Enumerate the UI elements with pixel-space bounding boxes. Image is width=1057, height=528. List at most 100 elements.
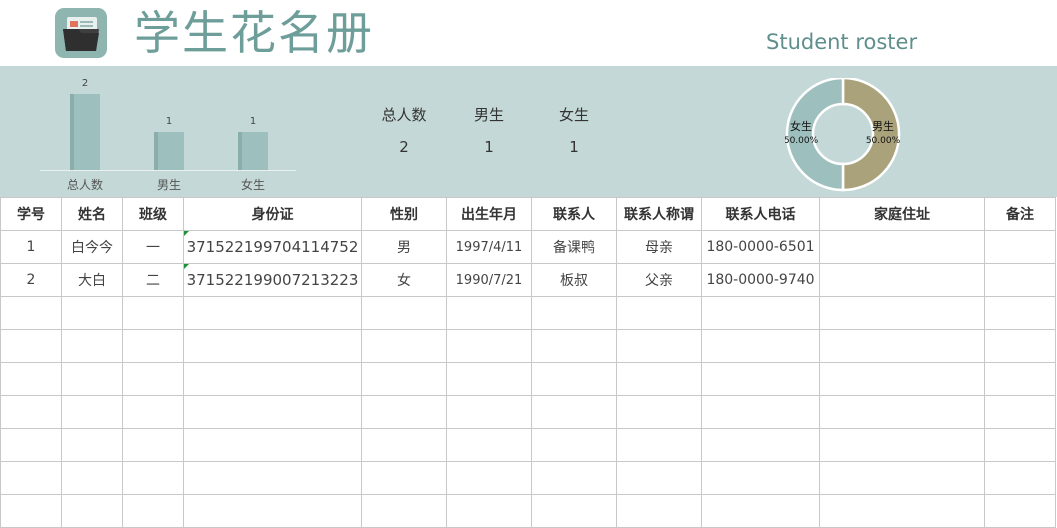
table-cell[interactable] <box>61 494 123 528</box>
table-cell[interactable] <box>616 296 702 330</box>
table-cell[interactable] <box>531 296 617 330</box>
table-cell[interactable]: 371522199704114752 <box>183 230 362 264</box>
table-cell[interactable] <box>122 329 184 363</box>
table-cell[interactable]: 1990/7/21 <box>446 263 532 297</box>
table-cell[interactable] <box>819 461 985 495</box>
table-cell[interactable] <box>61 395 123 429</box>
table-cell[interactable] <box>701 428 820 462</box>
table-cell[interactable] <box>819 428 985 462</box>
table-cell[interactable] <box>0 362 62 396</box>
table-cell[interactable] <box>183 461 362 495</box>
table-cell[interactable]: 女 <box>361 263 447 297</box>
table-cell[interactable] <box>984 230 1056 264</box>
table-cell[interactable] <box>61 362 123 396</box>
table-cell[interactable] <box>616 461 702 495</box>
table-cell[interactable]: 180-0000-9740 <box>701 263 820 297</box>
table-cell[interactable] <box>122 428 184 462</box>
column-header[interactable]: 联系人称谓 <box>616 197 702 231</box>
column-header[interactable]: 性别 <box>361 197 447 231</box>
column-header[interactable]: 联系人电话 <box>701 197 820 231</box>
table-cell[interactable] <box>0 296 62 330</box>
table-cell[interactable] <box>616 395 702 429</box>
table-cell[interactable] <box>819 494 985 528</box>
table-cell[interactable]: 180-0000-6501 <box>701 230 820 264</box>
table-cell[interactable] <box>531 329 617 363</box>
table-cell[interactable] <box>819 296 985 330</box>
table-cell[interactable] <box>984 362 1056 396</box>
table-cell[interactable]: 备课鸭 <box>531 230 617 264</box>
table-cell[interactable]: 2 <box>0 263 62 297</box>
table-cell[interactable] <box>183 296 362 330</box>
table-cell[interactable] <box>616 494 702 528</box>
table-cell[interactable] <box>0 428 62 462</box>
table-cell[interactable] <box>984 395 1056 429</box>
table-cell[interactable] <box>531 395 617 429</box>
column-header[interactable]: 学号 <box>0 197 62 231</box>
table-cell[interactable] <box>122 395 184 429</box>
table-cell[interactable]: 大白 <box>61 263 123 297</box>
column-header[interactable]: 出生年月 <box>446 197 532 231</box>
table-cell[interactable] <box>701 494 820 528</box>
table-cell[interactable]: 二 <box>122 263 184 297</box>
table-cell[interactable] <box>819 230 985 264</box>
table-cell[interactable] <box>701 296 820 330</box>
table-cell[interactable] <box>122 494 184 528</box>
table-cell[interactable]: 白今今 <box>61 230 123 264</box>
table-cell[interactable] <box>701 362 820 396</box>
table-cell[interactable] <box>984 296 1056 330</box>
table-cell[interactable] <box>61 296 123 330</box>
table-cell[interactable] <box>446 296 532 330</box>
table-cell[interactable] <box>531 494 617 528</box>
table-cell[interactable] <box>446 395 532 429</box>
table-cell[interactable] <box>531 428 617 462</box>
table-cell[interactable] <box>616 329 702 363</box>
table-cell[interactable] <box>0 461 62 495</box>
column-header[interactable]: 身份证 <box>183 197 362 231</box>
column-header[interactable]: 联系人 <box>531 197 617 231</box>
table-cell[interactable] <box>361 428 447 462</box>
table-cell[interactable] <box>0 395 62 429</box>
table-cell[interactable] <box>984 461 1056 495</box>
column-header[interactable]: 家庭住址 <box>819 197 985 231</box>
table-cell[interactable] <box>183 395 362 429</box>
table-cell[interactable] <box>819 362 985 396</box>
table-cell[interactable] <box>531 362 617 396</box>
table-cell[interactable] <box>819 329 985 363</box>
table-cell[interactable] <box>701 461 820 495</box>
table-cell[interactable] <box>0 329 62 363</box>
table-cell[interactable] <box>122 296 184 330</box>
table-cell[interactable] <box>361 362 447 396</box>
table-cell[interactable] <box>984 494 1056 528</box>
table-cell[interactable] <box>183 329 362 363</box>
table-cell[interactable] <box>984 428 1056 462</box>
table-cell[interactable] <box>819 263 985 297</box>
table-cell[interactable] <box>819 395 985 429</box>
table-cell[interactable] <box>701 395 820 429</box>
table-cell[interactable]: 一 <box>122 230 184 264</box>
table-cell[interactable]: 父亲 <box>616 263 702 297</box>
table-cell[interactable] <box>361 329 447 363</box>
table-cell[interactable] <box>361 494 447 528</box>
table-cell[interactable] <box>183 362 362 396</box>
table-cell[interactable] <box>361 461 447 495</box>
table-cell[interactable]: 371522199007213223 <box>183 263 362 297</box>
table-cell[interactable] <box>984 329 1056 363</box>
column-header[interactable]: 班级 <box>122 197 184 231</box>
table-cell[interactable]: 男 <box>361 230 447 264</box>
table-cell[interactable] <box>701 329 820 363</box>
table-cell[interactable]: 1997/4/11 <box>446 230 532 264</box>
table-cell[interactable] <box>122 362 184 396</box>
table-cell[interactable] <box>616 428 702 462</box>
table-cell[interactable] <box>531 461 617 495</box>
table-cell[interactable] <box>446 428 532 462</box>
table-cell[interactable] <box>446 329 532 363</box>
table-cell[interactable] <box>61 428 123 462</box>
table-cell[interactable] <box>61 329 123 363</box>
table-cell[interactable] <box>61 461 123 495</box>
column-header[interactable]: 备注 <box>984 197 1056 231</box>
table-cell[interactable] <box>446 362 532 396</box>
table-cell[interactable] <box>183 494 362 528</box>
table-cell[interactable] <box>446 461 532 495</box>
table-cell[interactable]: 1 <box>0 230 62 264</box>
table-cell[interactable] <box>183 428 362 462</box>
